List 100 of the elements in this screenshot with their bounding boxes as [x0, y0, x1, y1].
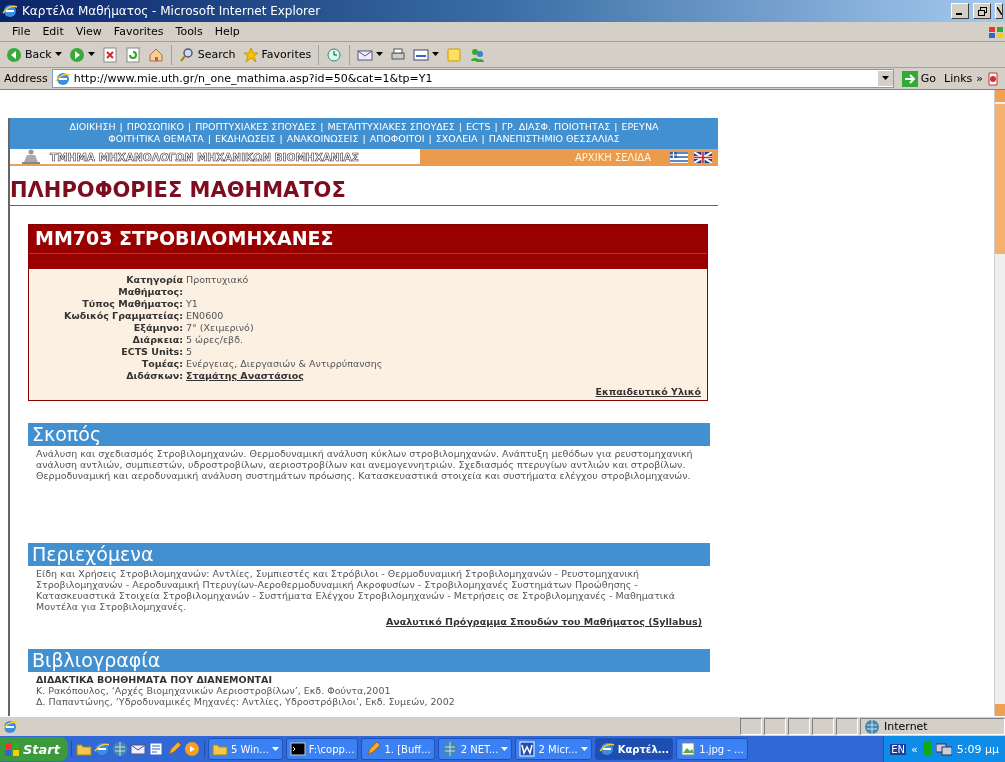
links-button[interactable]: Links [944, 72, 973, 85]
scrollbar[interactable] [994, 90, 1005, 716]
back-button[interactable]: Back [4, 45, 64, 64]
minimize-button[interactable] [951, 3, 969, 19]
nav-link[interactable]: ΔΙΟΙΚΗΣΗ [69, 121, 116, 133]
address-label: Address [4, 72, 48, 85]
taskbar-button[interactable]: 5 Win... [208, 738, 283, 760]
menu-item[interactable]: Tools [169, 25, 209, 38]
taskbar-button[interactable]: Καρτέλ... [594, 738, 674, 760]
globe-icon[interactable] [112, 741, 128, 757]
nav-link[interactable]: ΠΑΝΕΠΙΣΤΗΜΙΟ ΘΕΣΣΑΛΙΑΣ [488, 133, 620, 145]
menu-item[interactable]: File [6, 25, 37, 38]
figure-logo-icon [20, 148, 42, 165]
home-icon [147, 46, 164, 63]
course-title: ΜΜ703 ΣΤΡΟΒΙΛΟΜΗΧΑΝΕΣ [29, 225, 707, 254]
instructor-link[interactable]: Σταμάτης Αναστάσιος [186, 370, 701, 382]
restore-button[interactable] [973, 3, 991, 19]
printer-icon [390, 46, 407, 63]
zone-indicator: Internet [860, 718, 1005, 735]
go-button[interactable]: Go [897, 70, 940, 87]
status-panel [836, 718, 858, 735]
field-label: Τομέας: [141, 358, 183, 370]
address-field[interactable]: http://www.mie.uth.gr/n_one_mathima.asp?id=50&cat=1&tp=Y1 [51, 69, 894, 88]
word-document-icon [519, 741, 536, 757]
status-panel [812, 718, 834, 735]
arrow-icon [901, 70, 918, 87]
separator: | [207, 133, 211, 145]
nav-link[interactable]: ΣΧΟΛΕΙΑ [435, 133, 478, 145]
envelope-icon[interactable] [130, 741, 146, 757]
field-value: 5 ώρες/εβδ. [186, 334, 244, 346]
people-icon [469, 46, 486, 63]
separator: | [119, 121, 123, 133]
separator: | [458, 121, 462, 133]
close-button[interactable] [995, 3, 1003, 19]
close-icon [996, 7, 1002, 15]
stop-icon [101, 46, 118, 63]
nav-link[interactable]: ΑΝΑΚΟΙΝΩΣΕΙΣ [286, 133, 359, 145]
field-value: Υ1 [186, 298, 199, 310]
separator: | [428, 133, 432, 145]
status-panel [740, 718, 762, 735]
nav-link[interactable]: ΑΠΟΦΟΙΤΟΙ [369, 133, 425, 145]
nav-link[interactable]: ECTS [465, 121, 491, 133]
pencil-icon [365, 741, 382, 757]
image-icon [680, 741, 697, 757]
section-heading: Περιεχόμενα [28, 543, 710, 566]
search-button[interactable]: Search [176, 45, 238, 64]
field-value: 7° (Χειμερινό) [186, 322, 255, 334]
field-label: Εξάμηνο: [133, 322, 183, 334]
signal-icon [922, 742, 931, 756]
favorites-button[interactable]: Favorites [240, 45, 314, 64]
nav-link[interactable]: ΦΟΙΤΗΤΙΚΑ ΘΕΜΑΤΑ [108, 133, 204, 145]
nav-link[interactable]: ΜΕΤΑΠΤΥΧΙΑΚΕΣ ΣΠΟΥΔΕΣ [327, 121, 455, 133]
nav-link[interactable]: ΕΡΕΥΝΑ [621, 121, 659, 133]
page-heading: ΠΛΗΡΟΦΟΡΙΕΣ ΜΑΘΗΜΑΤΟΣ [10, 178, 718, 206]
field-label: ECTS Units: [121, 346, 183, 358]
dropdown-button[interactable] [876, 71, 893, 86]
nav-link[interactable]: ΓΡ. ΔΙΑΣΦ. ΠΟΙΟΤΗΤΑΣ [501, 121, 611, 133]
document-icon[interactable] [148, 741, 164, 757]
materials-link[interactable]: Εκπαιδευτικό Υλικό [35, 386, 701, 397]
expand-tray-button[interactable]: « [911, 742, 918, 756]
browser-icon [598, 741, 615, 757]
field-value: 5 [186, 346, 194, 358]
globe-icon [441, 741, 458, 757]
paragraph: Κ. Ρακόπουλος, ‘Αρχές Βιομηχανικών Αεριοστροβίλων’, Εκδ. Φούντα,2001 [36, 685, 392, 696]
section-heading: Βιβλιογραφία [28, 649, 710, 672]
pencil-icon[interactable] [166, 741, 182, 757]
paragraph: Δ. Παπαντώνης, ‘Υδροδυναμικές Μηχανές: Αντλίες, Υδροστρόβιλοι’, Εκδ. Συμεών, 2002 [36, 696, 456, 707]
striped-flag-icon [670, 152, 688, 163]
menu-item[interactable]: Favorites [107, 25, 170, 38]
globe-icon [864, 718, 880, 735]
separator: | [481, 133, 485, 145]
home-link[interactable]: ΑΡΧΙΚΗ ΣΕΛΙΔΑ [575, 152, 670, 163]
language-indicator[interactable]: EN [890, 743, 907, 755]
taskbar-button[interactable]: F:\copp... [285, 738, 359, 760]
separator: | [362, 133, 366, 145]
syllabus-link[interactable]: Αναλυτικό Πρόγραμμα Σπουδών του Μαθήματος (Syllabus) [36, 616, 702, 627]
browser-icon [54, 70, 71, 87]
taskbar-button[interactable]: 2 NET... [437, 738, 513, 760]
nav-link[interactable]: ΕΚΔΗΛΩΣΕΙΣ [215, 133, 276, 145]
taskbar-button[interactable]: 1. [Buff... [361, 738, 435, 760]
windows-logo-icon [4, 741, 20, 757]
note-icon [446, 46, 463, 63]
browser-icon [2, 718, 18, 735]
more-button[interactable]: » [976, 72, 983, 85]
field-value: ΕΝ0600 [186, 310, 225, 322]
field-value: Προπτυχιακό [186, 274, 250, 287]
nav-link[interactable]: ΠΡΟΣΩΠΙΚΟ [126, 121, 184, 133]
taskbar-button[interactable]: 1.jpg - ... [676, 738, 748, 760]
network-icon [935, 742, 952, 756]
menu-item[interactable]: Edit [36, 25, 70, 38]
search-icon [178, 46, 195, 63]
menu-item[interactable]: Help [208, 25, 246, 38]
play-icon[interactable] [184, 741, 200, 757]
browser-icon[interactable] [94, 741, 110, 757]
document-icon [987, 70, 1001, 87]
menu-item[interactable]: View [69, 25, 108, 38]
start-button[interactable]: Start [0, 737, 68, 761]
taskbar-button[interactable]: 2 Micr... [515, 738, 592, 760]
nav-link[interactable]: ΠΡΟΠΤΥΧΙΑΚΕΣ ΣΠΟΥΔΕΣ [195, 121, 317, 133]
folder-icon[interactable] [76, 741, 92, 757]
